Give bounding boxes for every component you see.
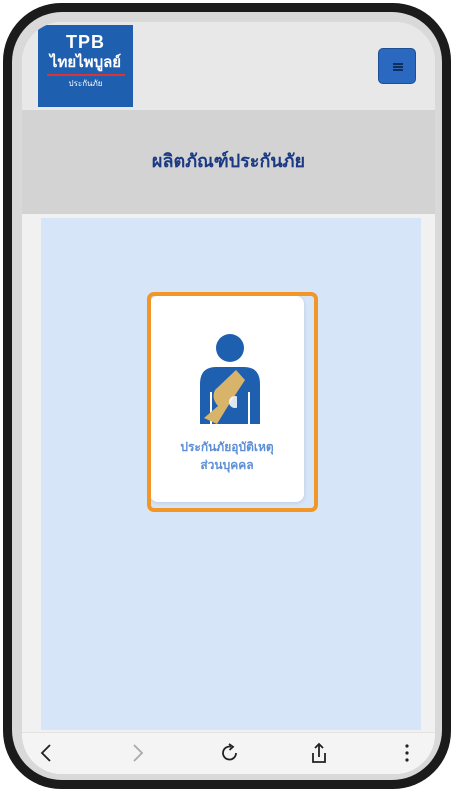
menu-line [393,69,403,71]
logo-company-name: ไทยไพบูลย์ [49,53,122,71]
person-arm-sling-icon [200,334,260,424]
product-label-line1: ประกันภัยอุบัติเหตุ [180,440,274,454]
logo-subtitle: ประกันภัย [68,79,103,88]
logo-brand-text: TPB [66,32,105,52]
product-card-personal-accident[interactable]: ประกันภัยอุบัติเหตุ ส่วนบุคคล [150,296,304,502]
menu-line [393,66,403,68]
page-title: ผลิตภัณฑ์ประกันภัย [151,151,306,172]
phone-screen: TPB ไทยไพบูลย์ ประกันภัย ผลิตภัณฑ์ประกัน… [22,22,435,774]
hamburger-menu-icon[interactable] [378,48,416,84]
product-label: ประกันภัยอุบัติเหตุ ส่วนบุคคล [150,438,304,474]
title-band: ผลิตภัณฑ์ประกันภัย [22,108,435,214]
reload-icon[interactable] [218,741,242,765]
browser-toolbar [22,732,435,774]
menu-line [393,63,403,65]
back-icon[interactable] [35,741,59,765]
share-icon[interactable] [307,741,331,765]
brand-logo[interactable]: TPB ไทยไพบูลย์ ประกันภัย [38,25,133,107]
product-label-line2: ส่วนบุคคล [200,458,254,472]
forward-icon[interactable] [125,741,149,765]
app-header: TPB ไทยไพบูลย์ ประกันภัย [22,22,435,108]
logo-divider [46,74,125,76]
more-icon[interactable] [395,741,419,765]
